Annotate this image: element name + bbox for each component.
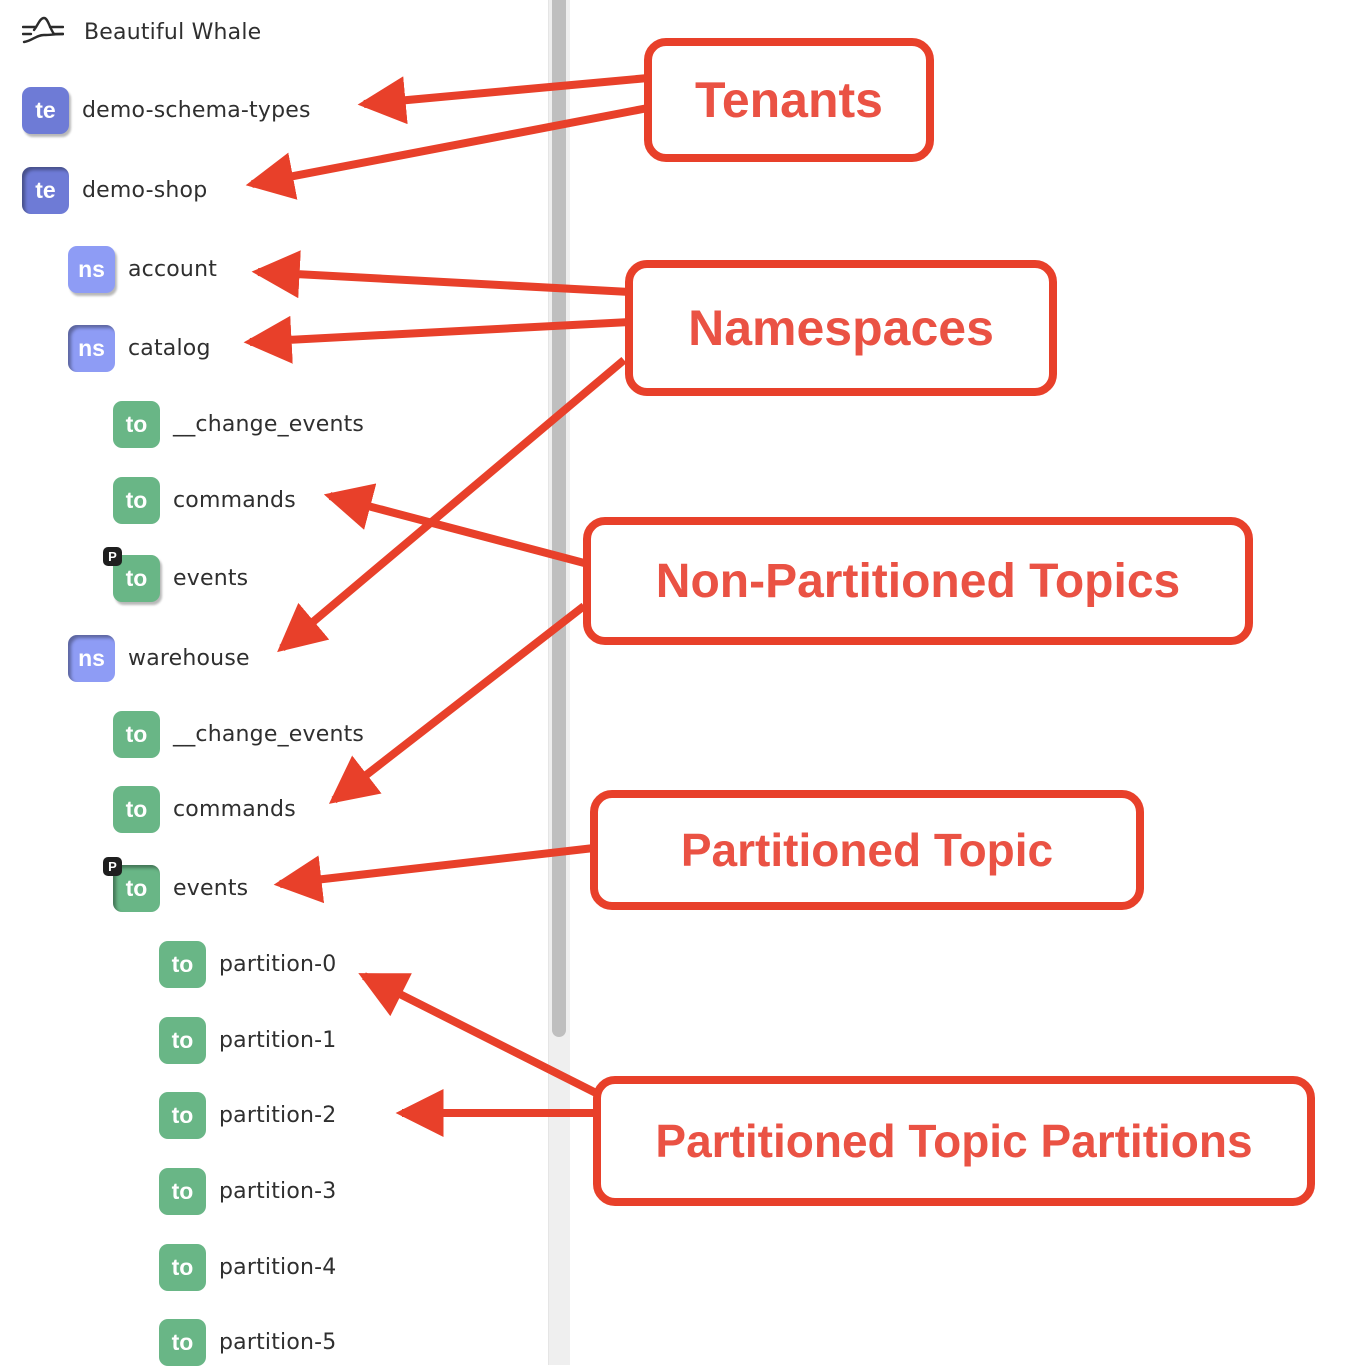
app-title: Beautiful Whale bbox=[84, 19, 262, 45]
tree-item-label: partition-1 bbox=[219, 1027, 337, 1053]
tree-item-label: __change_events bbox=[173, 721, 365, 747]
tree-item-partitioned-topic[interactable]: P to events bbox=[103, 546, 249, 602]
callout-namespaces: Namespaces bbox=[625, 260, 1057, 396]
callout-partitioned-topic: Partitioned Topic bbox=[590, 790, 1144, 910]
tenant-badge-icon: te bbox=[22, 166, 69, 214]
topic-badge-icon: to bbox=[113, 710, 160, 758]
tree-item-label: catalog bbox=[128, 335, 211, 361]
tree-item-label: partition-3 bbox=[219, 1178, 337, 1204]
tree-item-tenant[interactable]: te demo-shop bbox=[22, 166, 207, 214]
tree-item-tenant[interactable]: te demo-schema-types bbox=[22, 86, 311, 134]
topic-badge-icon: to bbox=[159, 1318, 206, 1366]
topic-badge-icon: to bbox=[159, 1091, 206, 1139]
topic-badge-icon: P to bbox=[103, 546, 160, 602]
tree-item-label: partition-0 bbox=[219, 951, 337, 977]
topic-badge-icon: to bbox=[113, 400, 160, 448]
tree-item-label: partition-5 bbox=[219, 1329, 337, 1355]
namespace-badge-icon: ns bbox=[68, 324, 115, 372]
tree-item-partition[interactable]: to partition-4 bbox=[159, 1243, 337, 1291]
tree-item-label: events bbox=[173, 875, 249, 901]
tree-item-label: __change_events bbox=[173, 411, 365, 437]
scrollbar-thumb[interactable] bbox=[552, 0, 566, 1037]
tree-item-namespace[interactable]: ns catalog bbox=[68, 324, 211, 372]
tree-item-namespace[interactable]: ns account bbox=[68, 245, 217, 293]
tree-item-topic[interactable]: to __change_events bbox=[113, 710, 364, 758]
topic-badge-icon: to bbox=[113, 476, 160, 524]
tree-item-namespace[interactable]: ns warehouse bbox=[68, 634, 250, 682]
tree-item-partition[interactable]: to partition-0 bbox=[159, 940, 337, 988]
topic-badge-icon: to bbox=[159, 940, 206, 988]
tree-item-topic[interactable]: to __change_events bbox=[113, 400, 364, 448]
tree-item-partition[interactable]: to partition-5 bbox=[159, 1318, 337, 1366]
tree-item-partition[interactable]: to partition-1 bbox=[159, 1016, 337, 1064]
namespace-badge-icon: ns bbox=[68, 245, 115, 293]
badge-text: to bbox=[125, 874, 148, 901]
tree-item-label: partition-4 bbox=[219, 1254, 337, 1280]
tree-item-partition[interactable]: to partition-2 bbox=[159, 1091, 337, 1139]
tree-item-label: events bbox=[173, 565, 249, 591]
tree-item-partition[interactable]: to partition-3 bbox=[159, 1167, 337, 1215]
badge-text: to bbox=[125, 564, 148, 591]
tree-item-label: demo-schema-types bbox=[82, 97, 311, 123]
app-brand[interactable]: Beautiful Whale bbox=[21, 14, 262, 50]
partitioned-marker-icon: P bbox=[103, 546, 122, 566]
partitioned-marker-icon: P bbox=[103, 856, 122, 876]
callout-tenants: Tenants bbox=[644, 38, 934, 162]
tree-item-label: warehouse bbox=[128, 645, 250, 671]
namespace-badge-icon: ns bbox=[68, 634, 115, 682]
topic-badge-icon: to bbox=[159, 1167, 206, 1215]
tree-item-topic[interactable]: to commands bbox=[113, 785, 296, 833]
tree-item-topic[interactable]: to commands bbox=[113, 476, 296, 524]
tree-item-partitioned-topic[interactable]: P to events bbox=[103, 856, 249, 912]
navigation-tree: Beautiful Whale te demo-schema-types te … bbox=[0, 0, 548, 1366]
callout-non-partitioned-topics: Non-Partitioned Topics bbox=[583, 517, 1253, 645]
topic-badge-icon: P to bbox=[103, 856, 160, 912]
tree-item-label: commands bbox=[173, 487, 296, 513]
tree-item-label: account bbox=[128, 256, 218, 282]
wave-mountain-icon bbox=[21, 15, 65, 49]
topic-badge-icon: to bbox=[113, 785, 160, 833]
topic-badge-icon: to bbox=[159, 1016, 206, 1064]
tree-item-label: demo-shop bbox=[82, 177, 208, 203]
tenant-badge-icon: te bbox=[22, 86, 69, 134]
tree-item-label: commands bbox=[173, 796, 296, 822]
tree-item-label: partition-2 bbox=[219, 1102, 337, 1128]
topic-badge-icon: to bbox=[159, 1243, 206, 1291]
callout-partitioned-topic-partitions: Partitioned Topic Partitions bbox=[593, 1076, 1315, 1206]
